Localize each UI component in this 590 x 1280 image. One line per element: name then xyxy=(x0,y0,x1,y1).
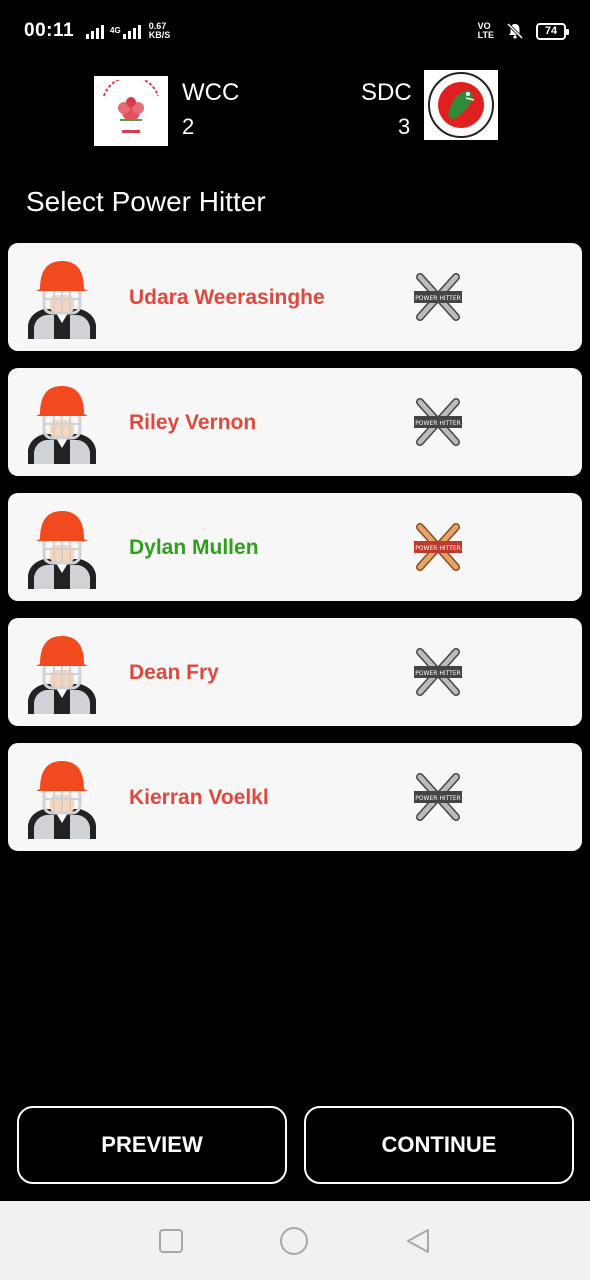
volte-bottom: LTE xyxy=(477,30,494,40)
player-name: Dean Fry xyxy=(129,660,219,684)
player-card[interactable]: Riley Vernon POWER HITTER xyxy=(8,368,582,476)
player-name: Udara Weerasinghe xyxy=(129,285,325,309)
player-name: Dylan Mullen xyxy=(129,535,259,559)
player-card[interactable]: Kierran Voelkl POWER HITTER xyxy=(8,743,582,851)
batsman-avatar-icon xyxy=(28,636,96,714)
power-hitter-badge-text: POWER HITTER xyxy=(415,670,461,677)
batsman-avatar-icon xyxy=(28,386,96,464)
system-nav-bar xyxy=(0,1201,590,1280)
batsman-avatar-icon xyxy=(28,261,96,339)
battery-indicator: 74 xyxy=(536,22,569,40)
status-time: 00:11 xyxy=(24,20,75,41)
recents-icon[interactable] xyxy=(158,1228,184,1254)
player-list: Udara Weerasinghe POWER HITTER Riley Ver… xyxy=(8,243,582,868)
player-name: Riley Vernon xyxy=(129,410,257,434)
player-card[interactable]: Udara Weerasinghe POWER HITTER xyxy=(8,243,582,351)
power-hitter-toggle-icon[interactable]: POWER HITTER xyxy=(412,271,464,323)
speed-unit: KB/S xyxy=(148,30,171,40)
power-hitter-badge-text: POWER HITTER xyxy=(415,795,461,802)
continue-button[interactable]: CONTINUE xyxy=(304,1106,574,1184)
player-name: Kierran Voelkl xyxy=(129,785,269,809)
power-hitter-badge-text: POWER HITTER xyxy=(415,295,461,302)
power-hitter-badge-text: POWER HITTER xyxy=(415,420,461,427)
batsman-avatar-icon xyxy=(28,511,96,589)
player-card[interactable]: Dean Fry POWER HITTER xyxy=(8,618,582,726)
player-card-selected[interactable]: Dylan Mullen POWER HITTER xyxy=(8,493,582,601)
power-hitter-badge-text: POWER HITTER xyxy=(415,545,461,552)
power-hitter-toggle-icon[interactable]: POWER HITTER xyxy=(412,646,464,698)
away-team-logo xyxy=(424,70,498,140)
signal-icon xyxy=(86,23,105,39)
power-hitter-active-icon[interactable]: POWER HITTER xyxy=(412,521,464,573)
away-team-score: 3 xyxy=(398,114,411,139)
power-hitter-toggle-icon[interactable]: POWER HITTER xyxy=(412,771,464,823)
home-team-abbr: WCC xyxy=(182,79,240,106)
batsman-avatar-icon xyxy=(28,761,96,839)
power-hitter-toggle-icon[interactable]: POWER HITTER xyxy=(412,396,464,448)
back-icon[interactable] xyxy=(404,1227,432,1255)
home-team-logo xyxy=(94,76,168,146)
home-icon[interactable] xyxy=(279,1226,309,1256)
volte-indicator: VO LTE xyxy=(478,22,494,40)
home-team-score: 2 xyxy=(182,114,195,139)
bell-muted-icon xyxy=(506,22,524,40)
away-team-abbr: SDC xyxy=(361,79,412,106)
signal-icon-2 xyxy=(122,23,141,39)
preview-button[interactable]: PREVIEW xyxy=(17,1106,287,1184)
network-speed: 0.67 KB/S xyxy=(149,22,171,40)
page-title: Select Power Hitter xyxy=(26,186,266,217)
network-type: 4G xyxy=(110,26,121,35)
status-bar: 00:11 4G 0.67 KB/S VO LTE 74 xyxy=(0,0,590,62)
